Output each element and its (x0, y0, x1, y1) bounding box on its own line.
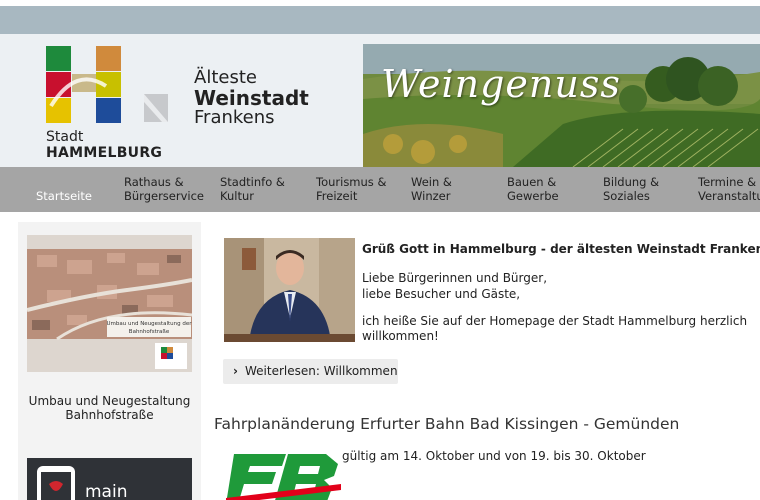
bahnhofstrasse-caption[interactable]: Umbau und Neugestaltung Bahnhofstraße (18, 394, 201, 422)
sidebar: Umbau und Neugestaltung der Bahnhofstraß… (18, 222, 201, 500)
nav-item-termine[interactable]: Termine & Veranstaltungen (698, 175, 760, 203)
nav-item-bauen[interactable]: Bauen & Gewerbe (507, 175, 567, 203)
greeting-line-1: Liebe Bürgerinnen und Bürger, (362, 271, 548, 285)
bahnhofstrasse-teaser-image[interactable]: Umbau und Neugestaltung der Bahnhofstraß… (27, 235, 192, 372)
greeting-line-4: willkommen! (362, 329, 439, 343)
logo-city-name: HAMMELBURG (46, 145, 163, 161)
svg-text:Bahnhofstraße: Bahnhofstraße (129, 329, 170, 335)
banner-title: Weingenuss (381, 62, 621, 106)
nav-item-rathaus[interactable]: Rathaus & Bürgerservice (124, 175, 204, 203)
nav-item-tourismus[interactable]: Tourismus & Freizeit (316, 175, 391, 203)
greeting-line-3: ich heiße Sie auf der Homepage der Stadt… (362, 314, 748, 328)
vineyard-banner: Weingenuss (363, 44, 760, 167)
tagline-line-2: Weinstadt (194, 86, 309, 110)
mayor-portrait (224, 238, 355, 342)
town-map-image: Umbau und Neugestaltung der Bahnhofstraß… (27, 235, 192, 372)
tagline-line-1: Älteste (194, 67, 257, 88)
tagline: Älteste Weinstadt Frankens (194, 68, 309, 128)
erfurter-bahn-logo (226, 454, 341, 500)
nav-item-wein[interactable]: Wein & Winzer (411, 175, 461, 203)
city-logo[interactable] (46, 46, 176, 124)
city-logo-icon (46, 46, 168, 123)
main-app-label: main (85, 482, 128, 500)
top-bar (0, 0, 760, 34)
read-more-label: Weiterlesen: Willkommen (245, 364, 398, 378)
eb-logo-icon (226, 454, 341, 500)
site-header: Stadt HAMMELBURG Älteste Weinstadt Frank… (0, 34, 760, 167)
tagline-line-3: Frankens (194, 107, 275, 128)
svg-text:Umbau und Neugestaltung der: Umbau und Neugestaltung der (107, 321, 192, 327)
mayor-photo (224, 238, 355, 342)
news-text: gültig am 14. Oktober und von 19. bis 30… (342, 449, 646, 463)
main-app-teaser[interactable]: main (27, 458, 192, 500)
greeting-title: Grüß Gott in Hammelburg - der ältesten W… (362, 242, 760, 256)
greeting-line-2: liebe Besucher und Gäste, (362, 287, 521, 301)
main-content: Grüß Gott in Hammelburg - der ältesten W… (214, 222, 760, 500)
chevron-right-icon: › (233, 364, 238, 378)
nav-item-stadtinfo[interactable]: Stadtinfo & Kultur (220, 175, 290, 203)
main-navigation: Startseite Rathaus & Bürgerservice Stadt… (0, 167, 760, 212)
logo-label: Stadt (46, 129, 84, 145)
news-title[interactable]: Fahrplanänderung Erfurter Bahn Bad Kissi… (214, 415, 679, 433)
nav-item-bildung[interactable]: Bildung & Soziales (603, 175, 668, 203)
read-more-button[interactable]: › Weiterlesen: Willkommen (223, 359, 398, 384)
top-strip (0, 6, 760, 34)
nav-item-startseite[interactable]: Startseite (36, 189, 92, 203)
